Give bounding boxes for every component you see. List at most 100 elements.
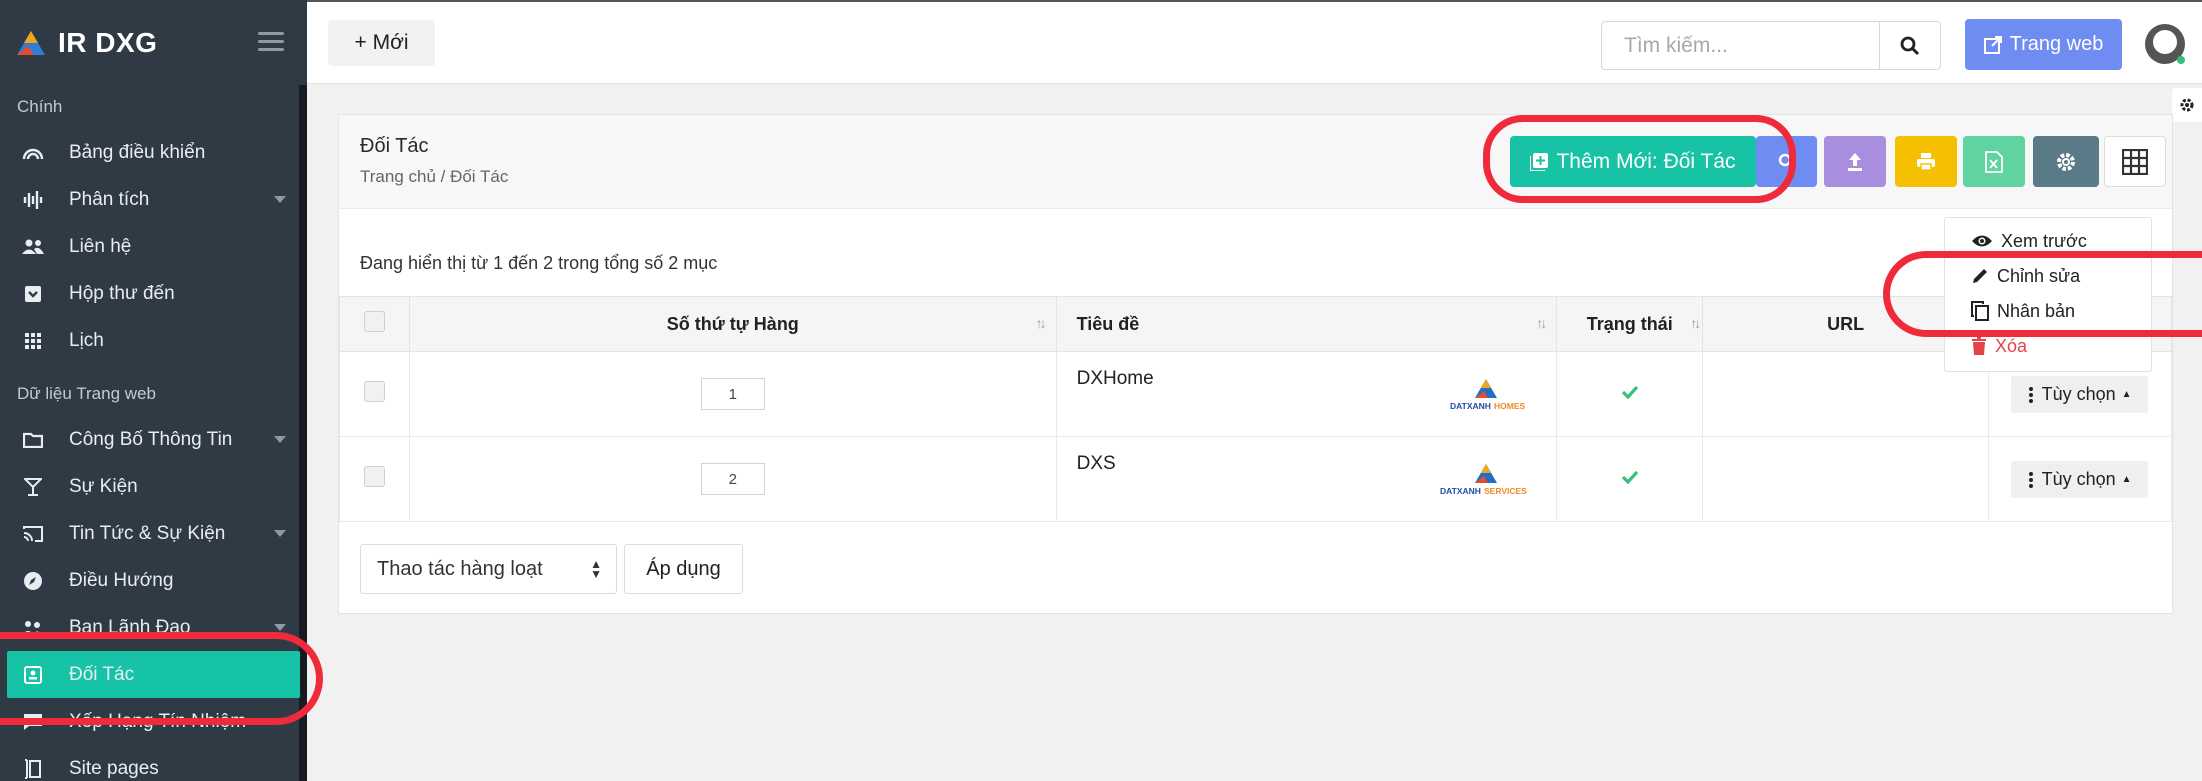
sidebar-item-dashboard[interactable]: Bảng điều khiển [0, 129, 307, 176]
chevron-down-icon [274, 624, 286, 631]
search-icon [1900, 36, 1920, 55]
avatar[interactable] [2143, 22, 2187, 66]
sidebar-item-label: Công Bố Thông Tin [69, 428, 233, 450]
printer-icon [1917, 152, 1935, 171]
more-vertical-icon [2028, 471, 2033, 488]
upload-icon [1848, 152, 1862, 171]
sidebar-item-credit-rating[interactable]: Xếp Hạng Tín Nhiệm [0, 698, 307, 745]
new-button[interactable]: + Mới [328, 20, 435, 66]
row-checkbox[interactable] [363, 465, 385, 487]
column-header-title[interactable]: Tiêu đề ↑↓ [1055, 296, 1558, 352]
apply-button[interactable]: Áp dụng [624, 544, 743, 594]
brand: IR DXG [0, 0, 307, 85]
sidebar-item-contacts[interactable]: Liên hệ [0, 223, 307, 270]
title-cell: DXS DATXANH SERVICES [1055, 436, 1558, 522]
status-cell [1556, 351, 1704, 437]
cast-icon [22, 523, 44, 545]
grid-icon [2122, 148, 2148, 175]
eye-icon [1972, 235, 1992, 247]
sidebar-item-calendar[interactable]: Lịch [0, 317, 307, 364]
logo-text-brand: DATXANH [1440, 486, 1481, 496]
add-box-icon [1530, 152, 1549, 171]
sidebar-item-disclosure[interactable]: Công Bố Thông Tin [0, 416, 307, 463]
add-partner-label: Thêm Mới: Đối Tác [1556, 149, 1736, 173]
sidebar-item-leadership[interactable]: Ban Lãnh Đạo [0, 604, 307, 651]
export-excel-button[interactable] [1963, 136, 2025, 187]
columns-toggle-button[interactable] [2104, 136, 2166, 187]
app-logo-icon [17, 30, 45, 55]
menu-item-delete[interactable]: Xóa [1971, 331, 2027, 361]
logo-text-brand: DATXANH [1450, 401, 1491, 411]
column-header-label: Trạng thái [1586, 313, 1673, 334]
external-link-icon [1983, 35, 2002, 54]
sidebar-item-label: Điều Hướng [69, 569, 174, 591]
sidebar-item-news[interactable]: Tin Tức & Sự Kiện [0, 510, 307, 557]
settings-panel-toggle[interactable] [2172, 88, 2202, 122]
partners-card: Đối Tác Trang chủ / Đối Tác Thêm Mới: Đố… [338, 114, 2173, 614]
partner-title: DXS [1076, 453, 1116, 474]
sidebar-item-navigation[interactable]: Điều Hướng [0, 557, 307, 604]
sort-icon[interactable]: ↑↓ [1690, 315, 1701, 331]
sidebar-item-site-pages[interactable]: Site pages [0, 745, 307, 781]
upload-button[interactable] [1824, 136, 1886, 187]
row-options-dropdown: Xem trước Chỉnh sửa Nhân bản Xóa [1944, 217, 2152, 372]
table-row: 2 DXS DATXANH SERVICES Tùy chọn ▲ [339, 436, 2172, 522]
check-icon [1621, 470, 1638, 485]
select-all-cell [339, 296, 410, 352]
menu-item-preview[interactable]: Xem trước [1971, 226, 2087, 256]
sidebar-item-label: Site pages [69, 757, 159, 779]
sidebar-item-label: Hộp thư đến [69, 282, 175, 304]
excel-file-icon [1985, 150, 2003, 173]
actions-cell: Tùy chọn ▲ [1988, 436, 2172, 522]
bulk-action-select[interactable]: Thao tác hàng loạt ▲ ▼ [360, 544, 617, 594]
select-all-checkbox[interactable] [363, 311, 385, 332]
breadcrumb[interactable]: Trang chủ / Đối Tác [360, 167, 508, 187]
sort-icon[interactable]: ↑↓ [1536, 315, 1547, 331]
order-input[interactable]: 1 [700, 378, 765, 410]
search-input[interactable]: Tìm kiếm... [1601, 21, 1880, 70]
chevron-down-icon [274, 196, 286, 203]
sidebar-item-label: Lịch [69, 329, 104, 351]
menu-item-label: Chỉnh sửa [1997, 265, 2081, 286]
select-arrows-icon: ▲ ▼ [590, 557, 602, 581]
add-partner-button[interactable]: Thêm Mới: Đối Tác [1510, 136, 1756, 187]
options-button[interactable]: Tùy chọn ▲ [2011, 376, 2149, 413]
sidebar-item-label: Sự Kiện [69, 475, 138, 497]
hamburger-menu-icon[interactable] [258, 32, 284, 52]
sidebar-item-analytics[interactable]: Phân tích [0, 176, 307, 223]
search-records-button[interactable] [1756, 136, 1817, 187]
gear-icon [2057, 152, 2075, 171]
copy-icon [1971, 301, 1989, 321]
check-icon [1621, 385, 1638, 400]
menu-item-edit[interactable]: Chỉnh sửa [1971, 261, 2080, 291]
pages-icon [22, 758, 44, 780]
row-select-cell [339, 351, 410, 437]
status-cell [1556, 436, 1704, 522]
settings-button[interactable] [2033, 136, 2099, 187]
table-row: 1 DXHome DATXANH HOMES Tùy chọn ▲ [339, 351, 2172, 437]
sidebar-item-partners[interactable]: Đối Tác [7, 651, 300, 698]
dashboard-gauge-icon [22, 142, 44, 164]
pencil-icon [1973, 269, 1987, 283]
row-checkbox[interactable] [363, 380, 385, 402]
print-button[interactable] [1895, 136, 1957, 187]
gear-icon [2180, 98, 2194, 112]
compass-icon [22, 570, 44, 592]
search-button[interactable] [1879, 21, 1941, 70]
website-button[interactable]: Trang web [1965, 19, 2122, 70]
sidebar-item-events[interactable]: Sự Kiện [0, 463, 307, 510]
options-button[interactable]: Tùy chọn ▲ [2011, 461, 2149, 498]
column-header-order[interactable]: Số thứ tự Hàng ↑↓ [408, 296, 1057, 352]
sidebar-item-label: Liên hệ [69, 235, 132, 257]
url-cell [1702, 436, 1990, 522]
order-cell: 1 [408, 351, 1057, 437]
logo-text-unit: SERVICES [1484, 486, 1527, 496]
bulk-action-value: Thao tác hàng loạt [377, 557, 543, 580]
menu-item-duplicate[interactable]: Nhân bản [1971, 296, 2075, 326]
partner-title: DXHome [1076, 368, 1154, 389]
order-input[interactable]: 2 [700, 463, 765, 495]
search-icon [1778, 153, 1795, 170]
sort-icon[interactable]: ↑↓ [1036, 315, 1047, 331]
column-header-status[interactable]: Trạng thái ↑↓ [1556, 296, 1704, 352]
sidebar-item-inbox[interactable]: Hộp thư đến [0, 270, 307, 317]
